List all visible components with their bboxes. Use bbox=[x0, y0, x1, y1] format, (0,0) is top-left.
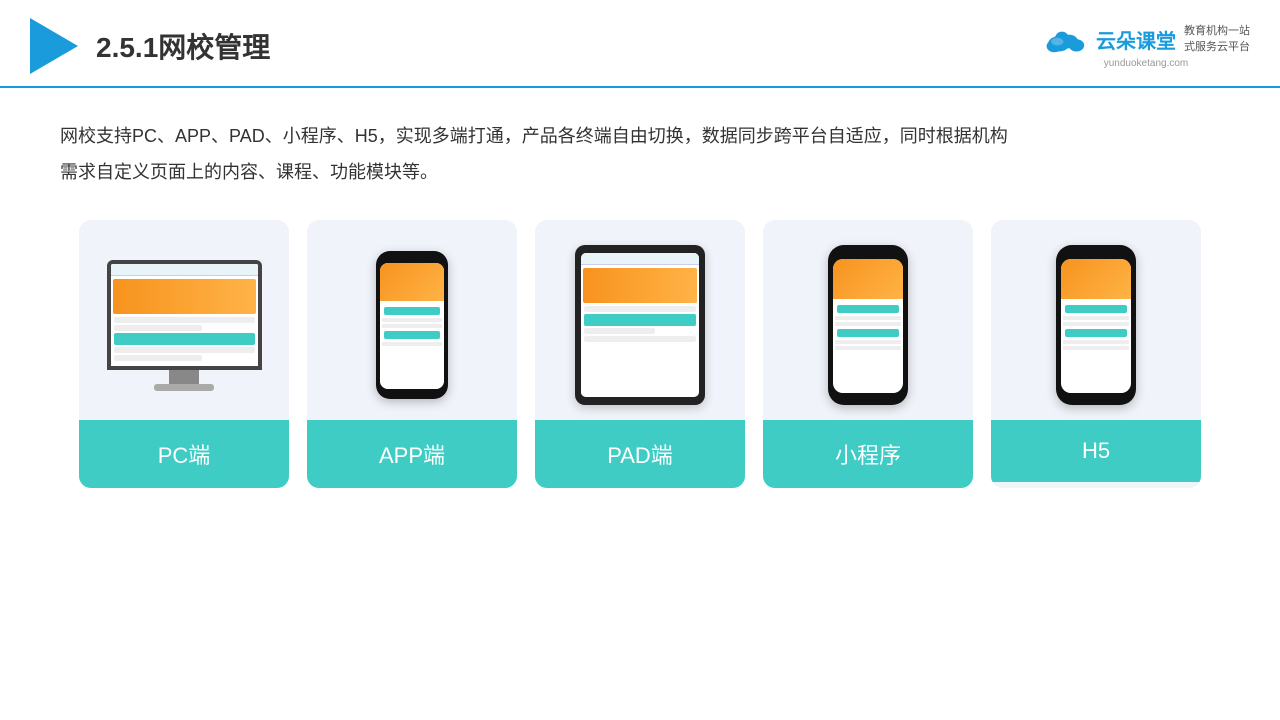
logo-triangle bbox=[30, 18, 78, 74]
phone-notch bbox=[402, 255, 422, 260]
description-text: 网校支持PC、APP、PAD、小程序、H5，实现多端打通，产品各终端自由切换，数… bbox=[60, 118, 1220, 190]
pc-monitor bbox=[107, 260, 262, 391]
brand-logo: 云朵课堂 教育机构一站式服务云平台 bbox=[1042, 24, 1250, 56]
app-phone bbox=[376, 251, 448, 399]
card-miniprogram-image bbox=[763, 220, 973, 420]
tablet-device bbox=[575, 245, 705, 405]
monitor-screen bbox=[107, 260, 262, 370]
card-h5-image bbox=[991, 220, 1201, 420]
card-pc: PC端 bbox=[79, 220, 289, 488]
cloud-icon bbox=[1042, 24, 1088, 56]
card-pad-label: PAD端 bbox=[535, 420, 745, 488]
card-pc-image bbox=[79, 220, 289, 420]
h5-phone bbox=[1056, 245, 1136, 405]
cards-row: PC端 bbox=[60, 220, 1220, 488]
card-miniprogram: 小程序 bbox=[763, 220, 973, 488]
brand-url: yunduoketang.com bbox=[1104, 58, 1189, 69]
brand-section: 云朵课堂 教育机构一站式服务云平台 yunduoketang.com bbox=[1042, 24, 1250, 69]
card-pc-label: PC端 bbox=[79, 420, 289, 488]
mini-notch bbox=[857, 250, 879, 255]
miniprogram-phone bbox=[828, 245, 908, 405]
page-header: 2.5.1网校管理 云朵课堂 教育机构一站式服务云平台 yunduoketang… bbox=[0, 0, 1280, 88]
h5-phone-screen bbox=[1061, 259, 1131, 393]
card-h5-label: H5 bbox=[991, 420, 1201, 482]
header-left: 2.5.1网校管理 bbox=[30, 18, 270, 74]
card-miniprogram-label: 小程序 bbox=[763, 420, 973, 488]
main-content: 网校支持PC、APP、PAD、小程序、H5，实现多端打通，产品各终端自由切换，数… bbox=[0, 88, 1280, 508]
card-pad-image bbox=[535, 220, 745, 420]
page-title: 2.5.1网校管理 bbox=[96, 26, 270, 66]
card-pad: PAD端 bbox=[535, 220, 745, 488]
h5-notch bbox=[1085, 250, 1107, 255]
card-app: APP端 bbox=[307, 220, 517, 488]
card-app-image bbox=[307, 220, 517, 420]
tablet-screen bbox=[581, 253, 699, 397]
mini-phone-screen bbox=[833, 259, 903, 393]
card-h5: H5 bbox=[991, 220, 1201, 488]
phone-screen bbox=[380, 263, 444, 389]
brand-tagline: 教育机构一站式服务云平台 bbox=[1184, 24, 1250, 55]
brand-name: 云朵课堂 bbox=[1096, 25, 1176, 54]
card-app-label: APP端 bbox=[307, 420, 517, 488]
